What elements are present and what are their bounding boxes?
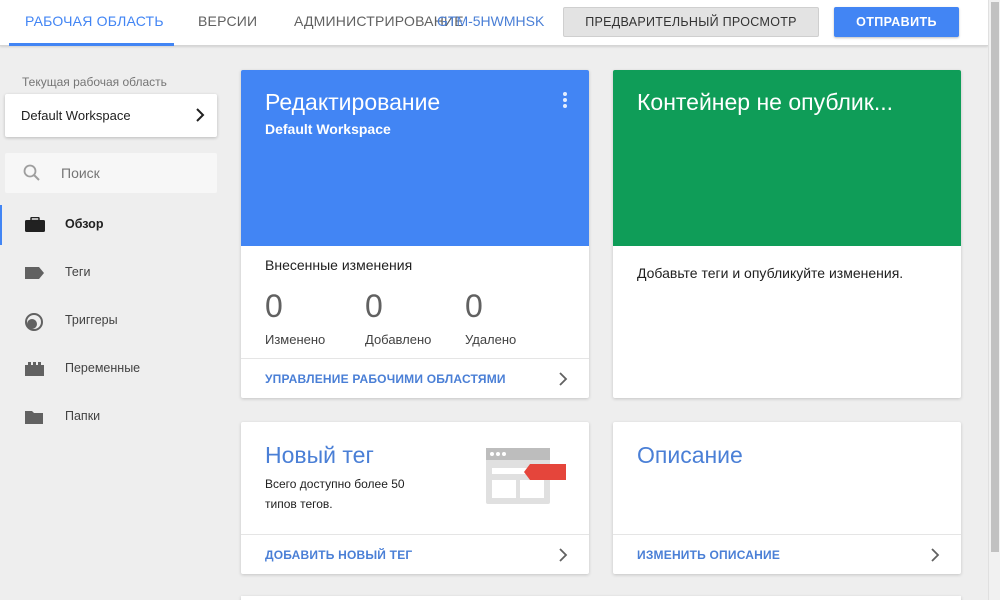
preview-button[interactable]: ПРЕДВАРИТЕЛЬНЫЙ ПРОСМОТР: [563, 7, 819, 37]
scrollbar-thumb[interactable]: [991, 2, 999, 552]
edit-description-link[interactable]: ИЗМЕНИТЬ ОПИСАНИЕ: [637, 548, 780, 562]
stat-label: Удалено: [465, 332, 517, 347]
stat-value: 0: [265, 288, 283, 324]
changes-label: Внесенные изменения: [265, 257, 413, 273]
stat-added: 0 Добавлено: [365, 288, 465, 347]
scrollbar[interactable]: [988, 0, 1000, 600]
container-id[interactable]: GTM-5HWMHSK: [437, 0, 544, 42]
sidebar-item-label: Папки: [65, 409, 101, 423]
search-box[interactable]: Поиск: [5, 153, 217, 193]
edit-description-link-row[interactable]: ИЗМЕНИТЬ ОПИСАНИЕ: [613, 534, 961, 574]
sidebar-item-triggers[interactable]: Триггеры: [0, 301, 230, 341]
folder-icon: [25, 411, 43, 424]
new-tag-text: Всего доступно более 50 типов тегов.: [265, 477, 405, 511]
sidebar-item-variables[interactable]: Переменные: [0, 349, 230, 389]
sidebar-item-label: Триггеры: [65, 313, 118, 327]
container-status-text: Добавьте теги и опубликуйте изменения.: [637, 265, 904, 281]
tab-workspace[interactable]: РАБОЧАЯ ОБЛАСТЬ: [25, 0, 164, 46]
top-bar: РАБОЧАЯ ОБЛАСТЬ ВЕРСИИ АДМИНИСТРИРОВАНИЕ…: [0, 0, 988, 46]
container-status-header: Контейнер не опублик...: [613, 70, 961, 246]
editing-workspace-name: Default Workspace: [265, 121, 391, 137]
sidebar-item-label: Переменные: [65, 361, 141, 375]
sidebar-item-overview[interactable]: Обзор: [0, 205, 230, 245]
active-tab-indicator: [9, 43, 174, 46]
new-tag-title[interactable]: Новый тег: [265, 442, 374, 469]
trigger-icon: [25, 313, 43, 331]
new-tag-card: Новый тег Всего доступно более 50 типов …: [241, 422, 589, 574]
tag-illustration-icon: [486, 448, 566, 504]
stat-deleted: 0 Удалено: [465, 288, 565, 347]
sidebar-item-label: Теги: [65, 265, 91, 279]
next-card-edge: [241, 596, 961, 600]
description-title: Описание: [637, 442, 743, 468]
add-new-tag-link[interactable]: ДОБАВИТЬ НОВЫЙ ТЕГ: [265, 548, 412, 562]
stat-label: Изменено: [265, 332, 326, 347]
stat-value: 0: [365, 288, 383, 324]
add-new-tag-link-row[interactable]: ДОБАВИТЬ НОВЫЙ ТЕГ: [241, 534, 589, 574]
editing-title: Редактирование: [265, 89, 441, 115]
editing-card-header: Редактирование Default Workspace: [241, 70, 589, 246]
chevron-right-icon: [559, 548, 568, 562]
tab-versions[interactable]: ВЕРСИИ: [198, 0, 257, 46]
more-vert-icon[interactable]: [563, 92, 567, 110]
variables-icon: [25, 362, 44, 376]
stat-value: 0: [465, 288, 483, 324]
container-status-card: Контейнер не опублик... Добавьте теги и …: [613, 70, 961, 398]
search-icon: [23, 164, 40, 181]
sidebar-item-label: Обзор: [65, 217, 104, 231]
chevron-right-icon: [559, 372, 568, 386]
container-status-title: Контейнер не опублик...: [637, 89, 894, 115]
manage-workspaces-link-row[interactable]: УПРАВЛЕНИЕ РАБОЧИМИ ОБЛАСТЯМИ: [241, 358, 589, 398]
chevron-right-icon: [196, 108, 205, 122]
submit-button[interactable]: ОТПРАВИТЬ: [834, 7, 959, 37]
editing-card: Редактирование Default Workspace Внесенн…: [241, 70, 589, 398]
workspace-label: Текущая рабочая область: [22, 75, 167, 89]
chevron-right-icon: [931, 548, 940, 562]
search-placeholder: Поиск: [61, 165, 100, 181]
workspace-name: Default Workspace: [21, 108, 131, 123]
stat-label: Добавлено: [365, 332, 432, 347]
sidebar-item-tags[interactable]: Теги: [0, 253, 230, 293]
sidebar-item-folders[interactable]: Папки: [0, 397, 230, 437]
description-card: Описание ИЗМЕНИТЬ ОПИСАНИЕ: [613, 422, 961, 574]
workspace-selector[interactable]: Default Workspace: [5, 94, 217, 137]
tag-icon: [25, 267, 44, 279]
briefcase-icon: [25, 217, 45, 232]
stat-modified: 0 Изменено: [265, 288, 365, 347]
manage-workspaces-link[interactable]: УПРАВЛЕНИЕ РАБОЧИМИ ОБЛАСТЯМИ: [265, 372, 506, 386]
